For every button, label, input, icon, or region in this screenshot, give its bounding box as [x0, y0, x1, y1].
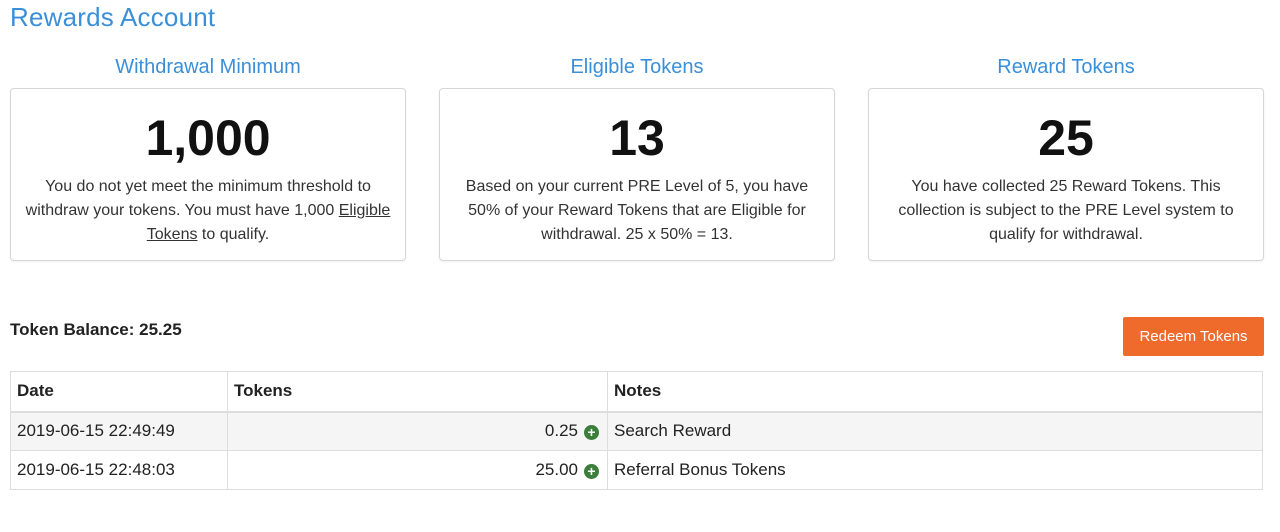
- row-tokens-cell: 0.25 +: [227, 411, 608, 451]
- eligible-tokens-card: Eligible Tokens 13 Based on your current…: [439, 52, 835, 261]
- column-header-notes[interactable]: Notes: [607, 371, 1263, 413]
- reward-tokens-card: Reward Tokens 25 You have collected 25 R…: [868, 52, 1264, 261]
- row-tokens: 0.25: [544, 421, 578, 441]
- card-box: 25 You have collected 25 Reward Tokens. …: [868, 88, 1264, 261]
- token-history-table: Date Tokens Notes 2019-06-15 22:49:49 0.…: [10, 371, 1263, 490]
- card-heading: Eligible Tokens: [570, 56, 704, 78]
- plus-circle-icon: +: [584, 464, 599, 479]
- card-box: 13 Based on your current PRE Level of 5,…: [439, 88, 835, 261]
- card-description: You have collected 25 Reward Tokens. Thi…: [898, 178, 1234, 243]
- card-value: 1,000: [145, 110, 271, 166]
- row-notes: Referral Bonus Tokens: [607, 450, 1263, 490]
- withdrawal-minimum-card: Withdrawal Minimum 1,000 You do not yet …: [10, 52, 406, 261]
- card-text-before: You do not yet meet the minimum threshol…: [25, 178, 371, 219]
- row-date: 2019-06-15 22:48:03: [10, 450, 228, 490]
- token-balance-value: 25.25: [139, 320, 182, 339]
- row-notes: Search Reward: [607, 411, 1263, 451]
- card-text-after: to qualify.: [197, 226, 270, 243]
- card-heading: Reward Tokens: [997, 56, 1135, 78]
- column-header-tokens[interactable]: Tokens: [227, 371, 608, 413]
- table-header-row: Date Tokens Notes: [10, 371, 1263, 413]
- row-date: 2019-06-15 22:49:49: [10, 411, 228, 451]
- column-header-date[interactable]: Date: [10, 371, 228, 413]
- card-value: 13: [609, 110, 665, 166]
- table-row: 2019-06-15 22:48:03 25.00 + Referral Bonu…: [10, 450, 1263, 490]
- card-heading: Withdrawal Minimum: [115, 56, 301, 78]
- card-description: Based on your current PRE Level of 5, yo…: [465, 178, 809, 243]
- redeem-tokens-button[interactable]: Redeem Tokens: [1123, 317, 1264, 356]
- table-row: 2019-06-15 22:49:49 0.25 + Search Reward: [10, 411, 1263, 451]
- plus-circle-icon: +: [584, 425, 599, 441]
- row-tokens: 25.00: [535, 460, 578, 479]
- token-balance-label: Token Balance:: [10, 320, 135, 339]
- token-balance: Token Balance: 25.25: [10, 320, 182, 340]
- page-title: Rewards Account: [10, 2, 216, 32]
- card-box: 1,000 You do not yet meet the minimum th…: [10, 88, 406, 261]
- card-description: You do not yet meet the minimum threshol…: [25, 175, 391, 247]
- card-value: 25: [1038, 110, 1094, 166]
- row-tokens-cell: 25.00 +: [227, 450, 608, 490]
